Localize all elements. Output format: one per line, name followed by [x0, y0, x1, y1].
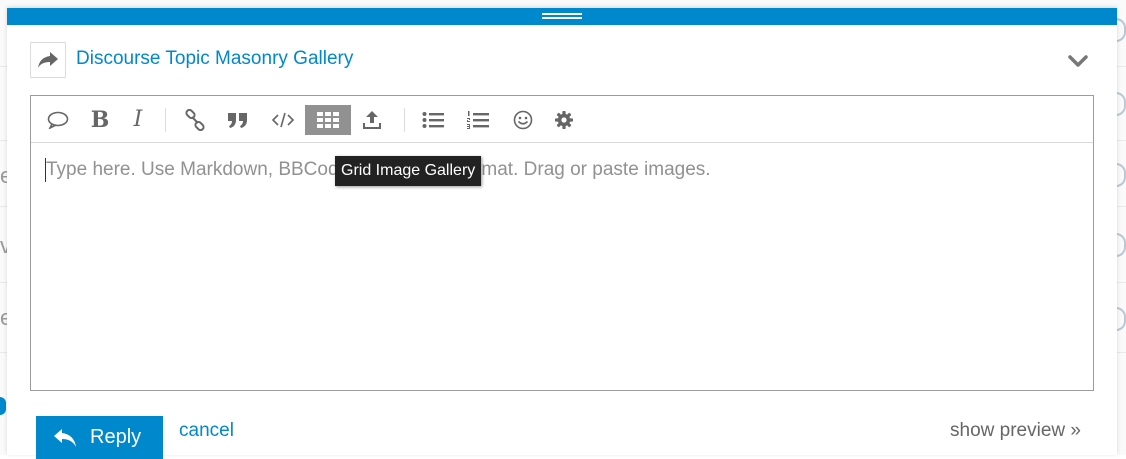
upload-icon [363, 111, 381, 129]
share-arrow-icon [38, 52, 58, 68]
chevron-down-icon[interactable] [1067, 53, 1089, 69]
upload-button[interactable] [356, 105, 388, 135]
bullet-list-icon [422, 112, 444, 128]
link-icon [185, 109, 205, 131]
reply-button[interactable]: Reply [36, 416, 163, 459]
bullet-list-button[interactable] [417, 105, 449, 135]
show-preview-link[interactable]: show preview » [950, 420, 1081, 442]
editor: B I Type here. Use Markdown, BBCode, for… [30, 95, 1094, 391]
reply-button-label: Reply [90, 426, 142, 448]
grippie-line [542, 13, 582, 15]
editor-toolbar: B I [31, 96, 1093, 143]
emoji-icon [513, 110, 533, 130]
reply-textarea[interactable]: Type here. Use Markdown, BBCode, or HTML… [45, 158, 1076, 359]
grid-gallery-button[interactable] [305, 105, 351, 135]
quote-button[interactable] [42, 105, 74, 135]
reply-icon [53, 428, 77, 448]
grippie-line [542, 17, 582, 19]
blockquote-icon [228, 113, 247, 128]
quote-icon [47, 111, 69, 129]
numbered-list-button[interactable] [462, 105, 494, 135]
text-caret [45, 158, 46, 182]
topic-title-link[interactable]: Discourse Topic Masonry Gallery [76, 48, 353, 70]
emoji-button[interactable] [507, 105, 539, 135]
reply-action-icon[interactable] [30, 42, 66, 78]
toolbar-divider [165, 108, 166, 132]
bg-link-fragment [0, 397, 6, 415]
italic-icon: I [133, 107, 143, 132]
reply-composer: Discourse Topic Masonry Gallery B I Type… [7, 8, 1117, 459]
options-button[interactable] [548, 105, 580, 135]
grid-gallery-icon [317, 112, 339, 128]
composer-resize-grippie[interactable] [7, 8, 1117, 25]
numbered-list-icon [467, 111, 489, 129]
cancel-link[interactable]: cancel [179, 420, 234, 442]
toolbar-divider [404, 108, 405, 132]
code-icon [271, 112, 295, 128]
bold-icon: B [90, 107, 110, 133]
italic-button[interactable]: I [122, 105, 154, 135]
code-button[interactable] [267, 105, 299, 135]
grid-gallery-tooltip: Grid Image Gallery [335, 156, 482, 186]
gear-icon [555, 111, 573, 129]
link-button[interactable] [179, 105, 211, 135]
blockquote-button[interactable] [222, 105, 254, 135]
bold-button[interactable]: B [84, 105, 116, 135]
